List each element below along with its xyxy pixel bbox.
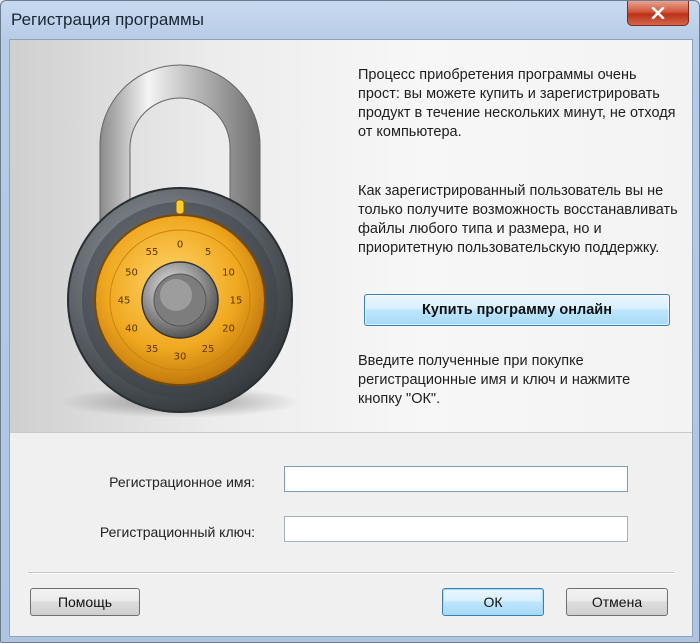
description-purchase: Процесс приобретения программы очень про… — [358, 67, 676, 140]
help-button[interactable]: Помощь — [30, 588, 140, 616]
separator — [28, 572, 674, 574]
dial-number: 20 — [222, 324, 235, 335]
title-bar[interactable]: Регистрация программы — [1, 1, 699, 39]
registration-dialog: Регистрация программы 0 5 10 15 20 25 30… — [0, 0, 700, 643]
dial-number: 40 — [125, 324, 138, 335]
description-benefits: Как зарегистрированный пользователь вы н… — [358, 183, 678, 256]
registration-key-label: Регистрационный ключ: — [99, 524, 255, 540]
padlock-icon: 0 5 10 15 20 25 30 35 40 45 50 55 — [60, 64, 300, 418]
buy-online-button[interactable]: Купить программу онлайн — [364, 294, 670, 326]
registration-key-input[interactable] — [284, 516, 628, 542]
registration-name-input[interactable] — [284, 466, 628, 492]
window-title: Регистрация программы — [11, 10, 204, 29]
dial-number: 35 — [146, 344, 159, 355]
description-instructions: Введите полученные при покупке регистрац… — [358, 353, 631, 407]
dial-number: 50 — [125, 268, 138, 279]
dial-number: 0 — [177, 240, 183, 251]
registration-name-label: Регистрационное имя: — [109, 474, 255, 490]
dial-number: 5 — [205, 247, 211, 258]
info-panel: 0 5 10 15 20 25 30 35 40 45 50 55 Процесс приобрете… — [10, 40, 692, 433]
dial-number: 15 — [230, 296, 243, 307]
dial-number: 25 — [202, 344, 215, 355]
ok-button[interactable]: ОК — [442, 588, 544, 616]
dialog-body: 0 5 10 15 20 25 30 35 40 45 50 55 Процесс приобрете… — [9, 39, 693, 637]
dial-number: 45 — [118, 296, 131, 307]
close-icon — [651, 7, 665, 19]
dial-number: 55 — [146, 247, 159, 258]
close-button[interactable] — [627, 1, 689, 26]
cancel-button[interactable]: Отмена — [566, 588, 668, 616]
dial-number: 10 — [222, 268, 235, 279]
dial-number: 30 — [174, 352, 187, 363]
